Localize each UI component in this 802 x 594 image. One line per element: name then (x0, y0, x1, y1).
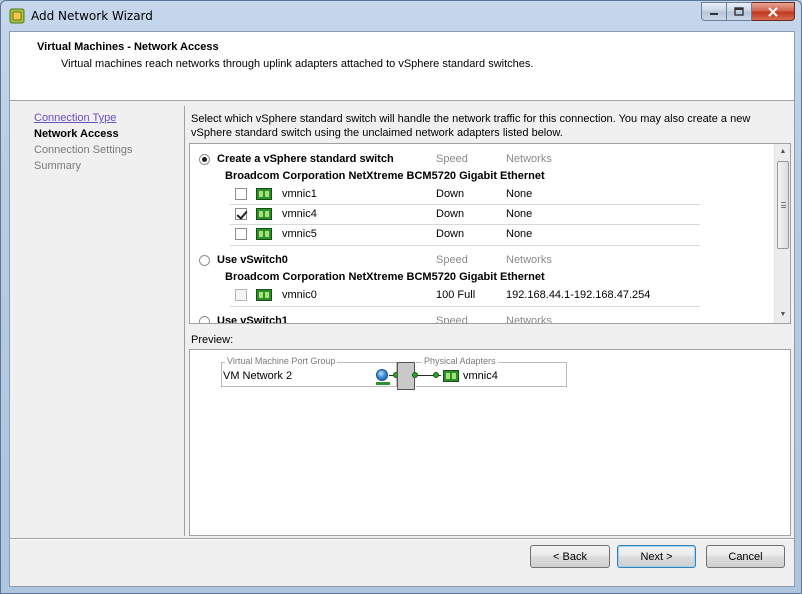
port-group-legend: Virtual Machine Port Group (225, 356, 338, 366)
column-header-speed: Speed (436, 254, 468, 266)
adapter-name: vmnic4 (282, 208, 317, 220)
physical-adapters-legend: Physical Adapters (422, 356, 498, 366)
vm-network-globe-icon (376, 369, 388, 381)
maximize-button[interactable] (727, 2, 752, 21)
adapter-networks: 192.168.44.1-192.168.47.254 (506, 289, 651, 301)
page-title: Virtual Machines - Network Access (37, 41, 219, 53)
adapter-speed: Down (436, 188, 465, 200)
wizard-steps-nav: Connection Type Network Access Connectio… (12, 106, 185, 536)
cancel-button[interactable]: Cancel (706, 545, 785, 568)
adapter-networks: None (506, 228, 533, 240)
adapter-name: vmnic0 (282, 289, 317, 301)
checkbox-vmnic4[interactable] (235, 208, 247, 220)
column-header-networks: Networks (506, 315, 552, 324)
physical-adapter-name: vmnic4 (463, 370, 498, 382)
wizard-header: Virtual Machines - Network Access Virtua… (10, 32, 794, 101)
vsphere-wizard-icon (9, 8, 25, 24)
adapter-name: vmnic5 (282, 228, 317, 240)
caption-buttons (701, 2, 795, 22)
minimize-icon (710, 12, 718, 15)
nav-step-connection-settings: Connection Settings (34, 144, 133, 156)
checkbox-vmnic5[interactable] (235, 228, 247, 240)
adapter-name: vmnic1 (282, 188, 317, 200)
wizard-client-area: Virtual Machines - Network Access Virtua… (9, 31, 795, 587)
minimize-button[interactable] (701, 2, 727, 21)
adapter-speed: Down (436, 228, 465, 240)
adapter-vendor-label: Broadcom Corporation NetXtreme BCM5720 G… (225, 170, 545, 182)
nav-step-summary: Summary (34, 160, 82, 172)
title-bar[interactable]: Add Network Wizard (1, 1, 801, 31)
adapter-networks: None (506, 188, 533, 200)
page-subtitle: Virtual machines reach networks through … (61, 58, 534, 70)
port-group-name: VM Network 2 (223, 370, 293, 382)
back-button[interactable]: < Back (530, 545, 610, 568)
scroll-down-arrow-icon[interactable]: ▼ (775, 307, 790, 323)
radio-label-create-standard-switch[interactable]: Create a vSphere standard switch (217, 153, 394, 165)
adapter-vendor-label: Broadcom Corporation NetXtreme BCM5720 G… (225, 271, 545, 283)
radio-label-use-vswitch0[interactable]: Use vSwitch0 (217, 254, 288, 266)
column-header-speed: Speed (436, 315, 468, 324)
window-title: Add Network Wizard (31, 9, 153, 23)
network-preview-panel: Virtual Machine Port Group VM Network 2 … (189, 349, 791, 536)
footer-separator (10, 538, 794, 540)
column-header-networks: Networks (506, 254, 552, 266)
close-button[interactable] (752, 2, 795, 21)
checkbox-vmnic1[interactable] (235, 188, 247, 200)
row-separator (230, 224, 700, 225)
preview-label: Preview: (191, 334, 234, 346)
radio-label-use-vswitch1[interactable]: Use vSwitch1 (217, 315, 288, 323)
close-icon (768, 6, 778, 17)
scroll-up-arrow-icon[interactable]: ▲ (775, 144, 790, 160)
connector-dot (433, 372, 439, 378)
radio-use-vswitch0[interactable] (199, 255, 210, 266)
adapter-speed: 100 Full (436, 289, 476, 301)
grip-icon (781, 202, 786, 208)
nav-step-connection-type[interactable]: Connection Type (34, 112, 116, 124)
column-header-speed: Speed (436, 153, 468, 165)
adapter-speed: Down (436, 208, 465, 220)
row-separator (230, 245, 700, 246)
column-header-networks: Networks (506, 153, 552, 165)
list-scrollbar[interactable]: ▲ ▼ (774, 144, 790, 323)
row-separator (230, 306, 700, 307)
radio-create-standard-switch[interactable] (199, 154, 210, 165)
row-separator (230, 204, 700, 205)
vm-network-base-icon (376, 382, 390, 385)
network-adapter-icon (256, 228, 272, 240)
network-adapter-icon (443, 370, 459, 382)
instructions-text: Select which vSphere standard switch wil… (191, 113, 751, 139)
connector-dot (412, 372, 418, 378)
add-network-wizard-window: Add Network Wizard Virtual Machines - Ne… (0, 0, 802, 594)
switch-selection-list: Create a vSphere standard switch Speed N… (189, 143, 791, 324)
scrollbar-thumb[interactable] (777, 161, 789, 249)
checkbox-vmnic0[interactable] (235, 289, 247, 301)
network-adapter-icon (256, 289, 272, 301)
maximize-icon (734, 7, 744, 16)
radio-use-vswitch1[interactable] (199, 316, 210, 323)
adapter-networks: None (506, 208, 533, 220)
next-button[interactable]: Next > (617, 545, 696, 568)
network-adapter-icon (256, 208, 272, 220)
network-adapter-icon (256, 188, 272, 200)
nav-step-network-access: Network Access (34, 128, 119, 140)
